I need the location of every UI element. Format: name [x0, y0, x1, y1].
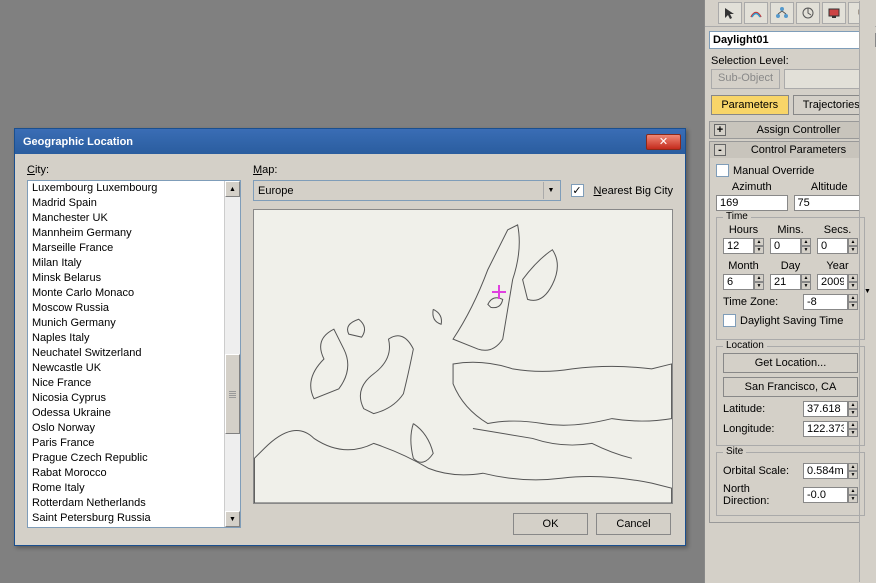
city-list-item[interactable]: Rabat Morocco [28, 466, 224, 481]
tool-display-icon[interactable] [822, 2, 846, 24]
panel-toolbar [705, 0, 876, 27]
timezone-input[interactable] [803, 294, 848, 310]
city-list-item[interactable]: Manchester UK [28, 211, 224, 226]
tool-select-icon[interactable] [718, 2, 742, 24]
azimuth-input [716, 195, 788, 211]
city-list-item[interactable]: Monte Carlo Monaco [28, 286, 224, 301]
dst-label: Daylight Saving Time [740, 315, 843, 327]
city-list-item[interactable]: Munich Germany [28, 316, 224, 331]
city-list-item[interactable]: Neuchatel Switzerland [28, 346, 224, 361]
site-legend: Site [723, 446, 746, 457]
city-list-item[interactable]: Luxembourg Luxembourg [28, 181, 224, 196]
ok-button[interactable]: OK [513, 513, 588, 535]
nearest-city-checkbox[interactable]: ✓ [571, 184, 584, 197]
longitude-input[interactable] [803, 421, 848, 437]
command-panel: Selection Level: Sub-Object ▼ Parameters… [704, 0, 876, 583]
city-list-item[interactable]: Mannheim Germany [28, 226, 224, 241]
map-viewport[interactable] [253, 209, 673, 504]
spinner-down-icon[interactable]: ▼ [754, 246, 764, 254]
close-button[interactable]: ✕ [646, 134, 681, 150]
map-label: Map: [253, 164, 277, 176]
city-list-item[interactable]: Madrid Spain [28, 196, 224, 211]
secs-input[interactable] [817, 238, 848, 254]
city-list-item[interactable]: Sarajevo Bosnia [28, 526, 224, 527]
day-input[interactable] [770, 274, 801, 290]
map-region-dropdown[interactable]: Europe ▼ [253, 180, 561, 201]
manual-override-checkbox[interactable] [716, 164, 729, 177]
city-list-item[interactable]: Marseille France [28, 241, 224, 256]
city-list-item[interactable]: Moscow Russia [28, 301, 224, 316]
tab-parameters[interactable]: Parameters [711, 95, 789, 115]
dialog-title: Geographic Location [19, 136, 646, 148]
city-list-item[interactable]: Paris France [28, 436, 224, 451]
altitude-input [794, 195, 866, 211]
scroll-up-icon[interactable]: ▲ [225, 181, 240, 197]
city-list-item[interactable]: Nicosia Cyprus [28, 391, 224, 406]
location-legend: Location [723, 340, 767, 351]
city-list-item[interactable]: Minsk Belarus [28, 271, 224, 286]
city-list-item[interactable]: Odessa Ukraine [28, 406, 224, 421]
sub-object-dropdown: ▼ [784, 69, 870, 89]
city-list-item[interactable]: Nice France [28, 376, 224, 391]
orbital-scale-input[interactable] [803, 463, 848, 479]
scrollbar[interactable]: ▲ ▼ [224, 181, 240, 527]
city-list-item[interactable]: Rotterdam Netherlands [28, 496, 224, 511]
city-list-item[interactable]: Oslo Norway [28, 421, 224, 436]
city-list-item[interactable]: Newcastle UK [28, 361, 224, 376]
tool-hierarchy-icon[interactable] [770, 2, 794, 24]
altitude-label: Altitude [794, 181, 866, 193]
city-list-item[interactable]: Milan Italy [28, 256, 224, 271]
scroll-down-icon[interactable]: ▼ [225, 511, 240, 527]
tool-motion-icon[interactable] [796, 2, 820, 24]
month-input[interactable] [723, 274, 754, 290]
dialog-titlebar[interactable]: Geographic Location ✕ [15, 129, 685, 154]
scroll-thumb[interactable] [225, 354, 240, 434]
city-list-item[interactable]: Naples Italy [28, 331, 224, 346]
city-list-item[interactable]: Prague Czech Republic [28, 451, 224, 466]
city-list-item[interactable]: Saint Petersburg Russia [28, 511, 224, 526]
rollout-control-parameters[interactable]: - Control Parameters [710, 142, 871, 158]
chevron-down-icon: ▼ [543, 182, 559, 199]
azimuth-label: Azimuth [716, 181, 788, 193]
get-location-button[interactable]: Get Location... [723, 353, 858, 373]
year-input[interactable] [817, 274, 848, 290]
dst-checkbox[interactable] [723, 314, 736, 327]
spinner-up-icon[interactable]: ▲ [754, 238, 764, 246]
manual-override-label: Manual Override [733, 165, 814, 177]
tool-rainbow-icon[interactable] [744, 2, 768, 24]
geographic-location-dialog: Geographic Location ✕ City: Luxembourg L… [14, 128, 686, 546]
rollout-assign-controller[interactable]: + Assign Controller [710, 122, 871, 138]
collapse-icon: - [714, 144, 726, 156]
timezone-label: Time Zone: [723, 296, 799, 308]
sub-object-button: Sub-Object [711, 69, 780, 89]
selection-level-label: Selection Level: [711, 55, 789, 67]
city-list-item[interactable]: Rome Italy [28, 481, 224, 496]
hours-input[interactable] [723, 238, 754, 254]
location-city-display[interactable]: San Francisco, CA [723, 377, 858, 397]
mins-input[interactable] [770, 238, 801, 254]
north-direction-input[interactable] [803, 487, 848, 503]
city-listbox[interactable]: Luxembourg LuxembourgMadrid SpainManches… [28, 181, 224, 527]
cancel-button[interactable]: Cancel [596, 513, 671, 535]
city-label: City: [27, 164, 49, 176]
close-icon: ✕ [659, 135, 668, 148]
time-legend: Time [723, 211, 751, 222]
expand-icon: + [714, 124, 726, 136]
nearest-city-label: Nearest Big City [594, 185, 673, 197]
latitude-input[interactable] [803, 401, 848, 417]
object-name-input[interactable] [709, 31, 870, 49]
